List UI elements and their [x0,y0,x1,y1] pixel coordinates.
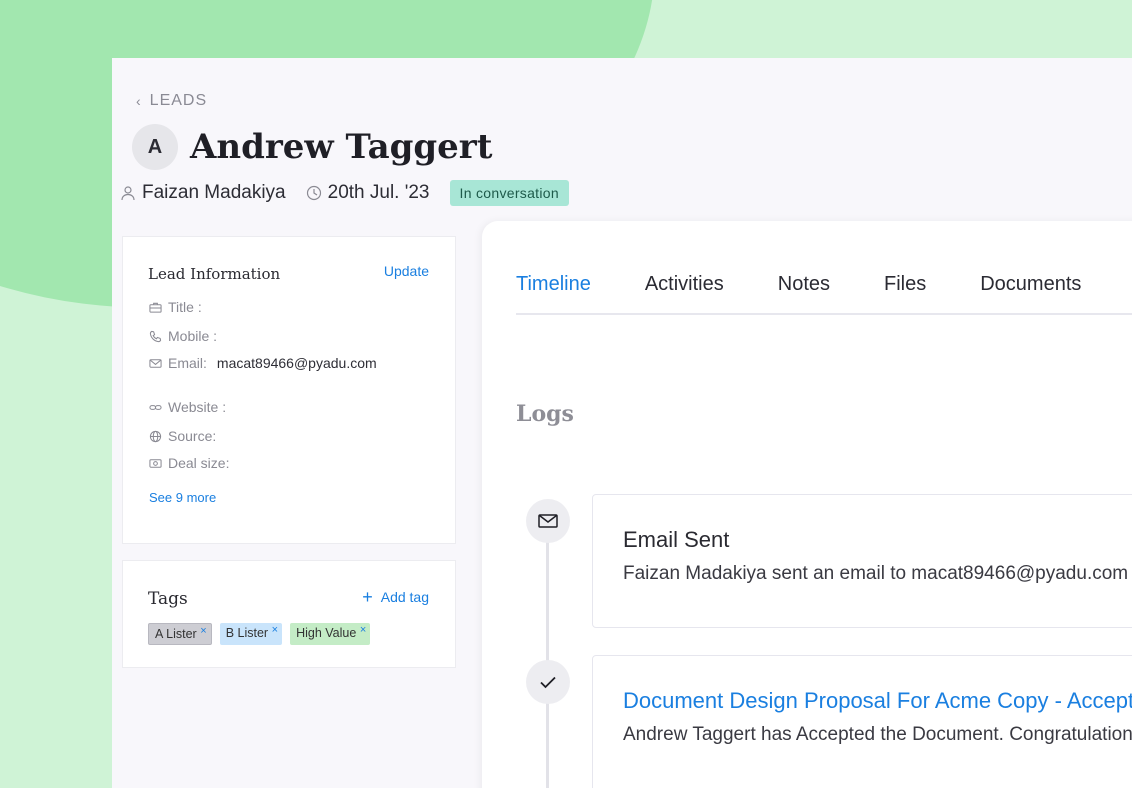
tab-notes[interactable]: Notes [778,271,884,315]
remove-tag-icon[interactable]: × [200,625,206,637]
tag-chip: A Lister × [148,623,212,645]
tags-card: Tags + Add tag A Lister × B Lister × Hig… [122,560,456,668]
log-description: Andrew Taggert has Accepted the Document… [623,724,1132,745]
lead-meta: Faizan Madakiya 20th Jul. '23 In convers… [120,180,569,206]
log-entry: Email Sent Faizan Madakiya sent an email… [592,494,1132,628]
remove-tag-icon[interactable]: × [272,624,278,636]
page-title: Andrew Taggert [190,127,493,167]
add-tag-button[interactable]: + Add tag [362,587,429,607]
tag-label: A Lister [155,627,197,641]
tab-timeline[interactable]: Timeline [516,271,645,315]
money-icon [149,458,162,468]
log-title: Email Sent [623,527,730,552]
document-link[interactable]: Document Design Proposal For Acme Copy -… [623,688,1132,714]
briefcase-icon [149,302,162,313]
created-date: 20th Jul. '23 [327,182,430,203]
status-badge: In conversation [449,180,569,206]
lead-header: A Andrew Taggert [132,124,492,170]
lead-info-title: Lead Information [148,265,281,283]
avatar: A [132,124,178,170]
clock-icon [306,185,321,201]
field-email: Email: macat89466@pyadu.com [149,355,377,371]
add-tag-label: Add tag [380,589,429,605]
tab-documents[interactable]: Documents [980,271,1081,315]
see-more-link[interactable]: See 9 more [149,490,216,505]
field-label: Website : [168,399,227,415]
chevron-left-icon: ‹ [136,93,142,109]
user-icon [121,186,135,201]
tab-files[interactable]: Files [884,271,980,315]
tab-activities[interactable]: Activities [645,271,778,315]
owner-meta: Faizan Madakiya [120,182,286,204]
phone-icon [149,330,162,342]
field-source: Source: [149,428,226,444]
globe-icon [149,430,162,442]
timeline-line [546,521,549,788]
field-label: Deal size: [168,455,230,471]
field-deal-size: Deal size: [149,455,239,471]
remove-tag-icon[interactable]: × [360,624,366,636]
tag-label: B Lister [225,626,269,640]
tag-label: High Value [296,626,357,640]
date-meta: 20th Jul. '23 [306,182,430,204]
update-button[interactable]: Update [384,263,429,279]
mail-icon [149,358,162,368]
lead-info-card: Lead Information Update Title : Mobile :… [122,236,456,544]
logs-heading: Logs [516,401,574,427]
owner-name: Faizan Madakiya [142,182,286,203]
tags-title: Tags [148,589,188,609]
link-icon [149,404,162,410]
tag-chip: High Value × [290,623,371,645]
app-window: ‹ LEADS A Andrew Taggert Faizan Madakiya… [112,58,1132,788]
field-website: Website : [149,399,236,415]
tab-bar: Timeline Activities Notes Files Document… [516,271,1132,315]
breadcrumb-back[interactable]: ‹ LEADS [136,92,207,110]
field-label: Title : [168,299,202,315]
field-mobile: Mobile : [149,328,227,344]
tag-list: A Lister × B Lister × High Value × [148,623,371,645]
field-label: Mobile : [168,328,218,344]
field-value[interactable]: macat89466@pyadu.com [217,355,377,371]
mail-icon [538,514,558,528]
check-icon [540,676,556,689]
field-label: Email: [168,355,207,371]
field-label: Source: [168,428,217,444]
breadcrumb-label: LEADS [149,92,208,109]
main-panel: Timeline Activities Notes Files Document… [482,221,1132,788]
tag-chip: B Lister × [219,623,283,645]
plus-icon: + [362,587,373,607]
timeline-marker [526,660,570,704]
timeline-marker [526,499,570,543]
log-entry: Document Design Proposal For Acme Copy -… [592,655,1132,788]
field-title: Title : [149,299,212,315]
log-description: Faizan Madakiya sent an email to macat89… [623,563,1129,584]
